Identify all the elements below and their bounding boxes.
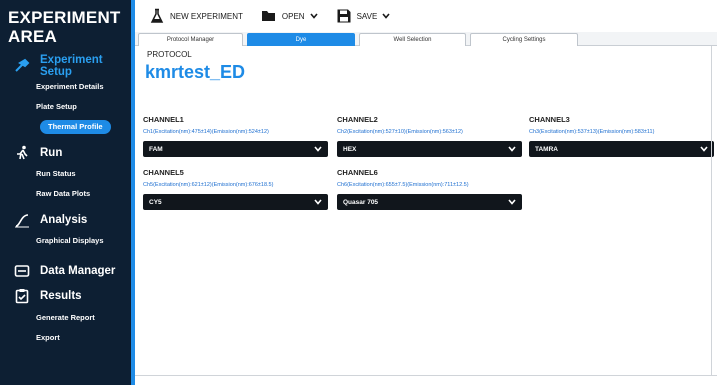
nav-item-plate-setup[interactable]: Plate Setup (36, 101, 77, 113)
tab-bar: Protocol Manager Dye Well Selection Cycl… (135, 32, 717, 46)
flask-icon (149, 8, 165, 24)
new-experiment-button[interactable]: NEW EXPERIMENT (149, 8, 243, 24)
channel-title: CHANNEL5 (143, 168, 184, 177)
protocol-name: kmrtest_ED (145, 62, 246, 82)
nav-results-label: Results (40, 290, 82, 302)
running-person-icon (14, 145, 30, 161)
channel-title: CHANNEL6 (337, 168, 378, 177)
chevron-down-icon (700, 146, 708, 152)
select-value: CY5 (149, 198, 162, 206)
nav-results[interactable]: Results (14, 286, 82, 306)
nav-data-manager[interactable]: Data Manager (14, 261, 115, 281)
channel-6-dye-select[interactable]: Quasar 705 (337, 194, 522, 210)
open-button[interactable]: OPEN (261, 8, 318, 24)
save-button[interactable]: SAVE (336, 8, 391, 24)
channel-6: CHANNEL6 Ch6(Excitation(nm):655±7.5)(Emi… (337, 168, 522, 210)
folder-icon (14, 263, 30, 279)
clipboard-check-icon (14, 288, 30, 304)
save-icon (336, 8, 352, 24)
tools-icon (14, 58, 30, 74)
channel-2: CHANNEL2 Ch2(Excitation(nm):527±10)(Emis… (337, 115, 522, 157)
sidebar-accent-bar (131, 0, 135, 385)
nav-experiment-setup[interactable]: Experiment Setup (14, 54, 135, 78)
tab-cycling-settings[interactable]: Cycling Settings (470, 33, 578, 46)
nav-run[interactable]: Run (14, 143, 62, 163)
channel-5-dye-select[interactable]: CY5 (143, 194, 328, 210)
channel-2-dye-select[interactable]: HEX (337, 141, 522, 157)
experiment-area-title: EXPERIMENT AREA (8, 8, 121, 46)
tab-well-selection[interactable]: Well Selection (359, 33, 466, 46)
chevron-down-icon (314, 146, 322, 152)
nav-analysis[interactable]: Analysis (14, 210, 87, 230)
channel-description: Ch3(Excitation(nm):537±13)(Emission(nm):… (529, 129, 655, 135)
chevron-down-icon (382, 13, 390, 19)
nav-item-experiment-details[interactable]: Experiment Details (36, 81, 104, 93)
toolbar: NEW EXPERIMENT OPEN SAVE (135, 0, 717, 32)
content-bottom-border (135, 375, 717, 376)
nav-data-manager-label: Data Manager (40, 265, 116, 277)
save-label: SAVE (356, 11, 378, 21)
nav-item-generate-report[interactable]: Generate Report (36, 312, 95, 324)
folder-open-icon (261, 8, 277, 24)
chevron-down-icon (508, 146, 516, 152)
tab-protocol-manager[interactable]: Protocol Manager (138, 33, 243, 46)
chevron-down-icon (314, 199, 322, 205)
protocol-label: PROTOCOL (147, 50, 192, 59)
nav-item-graphical-displays[interactable]: Graphical Displays (36, 235, 104, 247)
nav-item-run-status[interactable]: Run Status (36, 168, 76, 180)
nav-item-thermal-profile[interactable]: Thermal Profile (40, 120, 111, 134)
channel-title: CHANNEL3 (529, 115, 570, 124)
nav-analysis-label: Analysis (40, 214, 88, 226)
select-value: TAMRA (535, 145, 558, 153)
nav-item-export[interactable]: Export (36, 332, 60, 344)
tab-dye[interactable]: Dye (247, 33, 355, 46)
new-experiment-label: NEW EXPERIMENT (170, 11, 243, 21)
nav-experiment-setup-label: Experiment Setup (40, 54, 103, 78)
nav-item-raw-data-plots[interactable]: Raw Data Plots (36, 188, 90, 200)
select-value: HEX (343, 145, 357, 153)
select-value: FAM (149, 145, 163, 153)
sidebar: EXPERIMENT AREA Experiment Setup Experim… (0, 0, 135, 385)
nav-run-label: Run (40, 147, 63, 159)
channel-title: CHANNEL2 (337, 115, 378, 124)
channel-3: CHANNEL3 Ch3(Excitation(nm):537±13)(Emis… (529, 115, 714, 157)
channel-5: CHANNEL5 Ch5(Excitation(nm):621±12)(Emis… (143, 168, 328, 210)
content-right-border (711, 46, 712, 376)
channel-3-dye-select[interactable]: TAMRA (529, 141, 714, 157)
channel-description: Ch6(Excitation(nm):655±7.5)(Emission(nm)… (337, 182, 469, 188)
channel-title: CHANNEL1 (143, 115, 184, 124)
channel-description: Ch2(Excitation(nm):527±10)(Emission(nm):… (337, 129, 463, 135)
chevron-down-icon (309, 13, 318, 19)
select-value: Quasar 705 (343, 198, 379, 206)
open-label: OPEN (281, 11, 305, 21)
channel-1-dye-select[interactable]: FAM (143, 141, 328, 157)
channel-description: Ch1(Excitation(nm):475±14)(Emission(nm):… (143, 129, 269, 135)
channel-1: CHANNEL1 Ch1(Excitation(nm):475±14)(Emis… (143, 115, 328, 157)
channel-description: Ch5(Excitation(nm):621±12)(Emission(nm):… (143, 182, 274, 188)
curve-chart-icon (14, 212, 30, 228)
chevron-down-icon (508, 199, 516, 205)
